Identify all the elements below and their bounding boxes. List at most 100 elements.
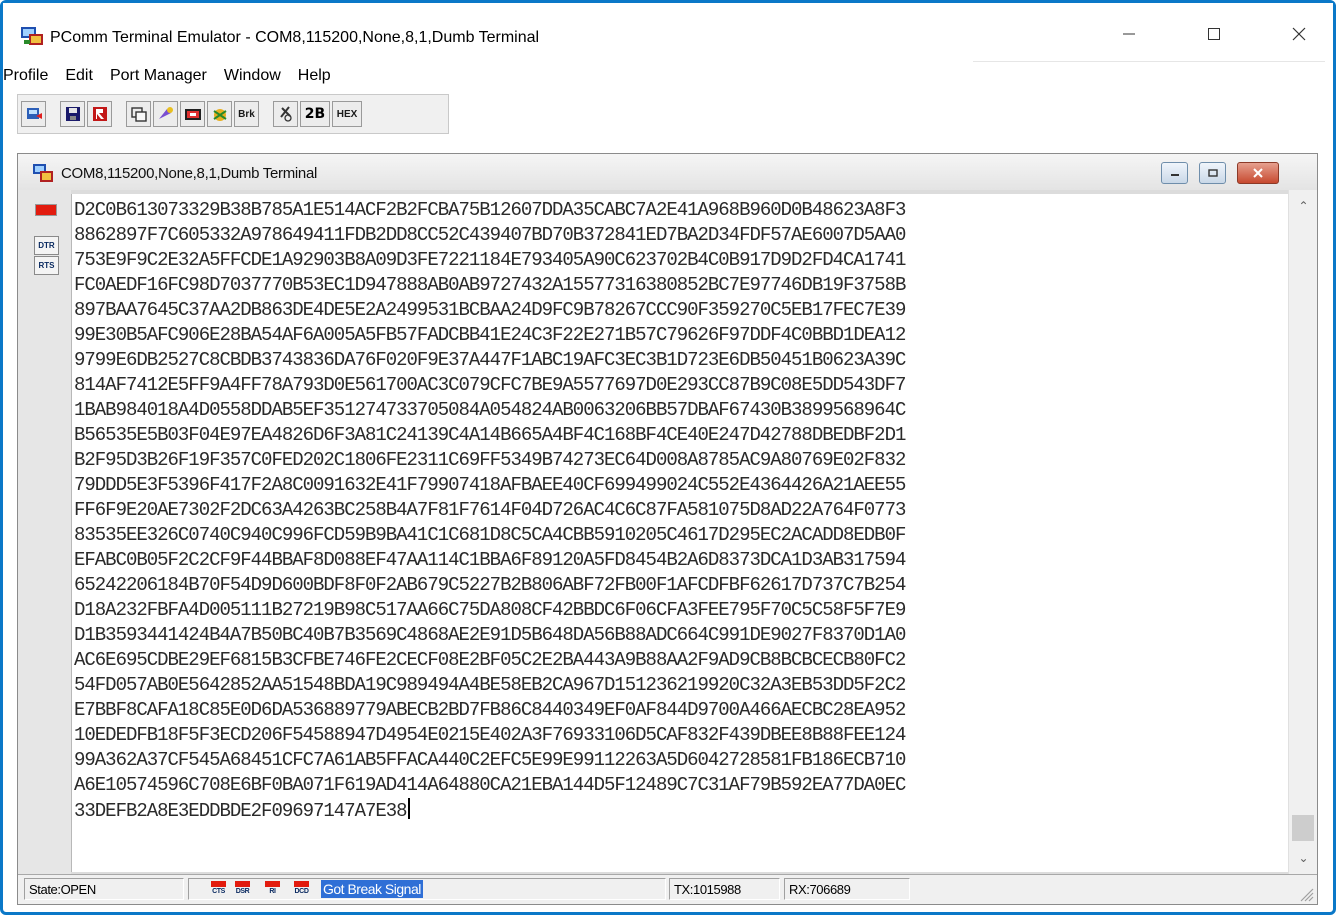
ri-label: RI xyxy=(269,888,276,895)
maximize-icon xyxy=(1208,28,1220,40)
child-window-title: COM8,115200,None,8,1,Dumb Terminal xyxy=(61,165,318,182)
terminal-lines: D2C0B613073329B38B785A1E514ACF2B2FCBA75B… xyxy=(74,198,906,823)
pcomm-app-icon xyxy=(21,27,43,45)
2b-label: 2B xyxy=(304,106,326,122)
hex-label: HEX xyxy=(336,108,358,120)
window-title: PComm Terminal Emulator - COM8,115200,No… xyxy=(50,29,540,46)
terminal-line: FC0AEDF16FC98D7037770B53EC1D947888AB0AB9… xyxy=(74,274,906,296)
menu-window[interactable]: Window xyxy=(224,65,281,87)
menu-divider xyxy=(973,61,1325,62)
break-label: Brk xyxy=(238,108,255,120)
app-window: PComm Terminal Emulator - COM8,115200,No… xyxy=(0,0,1336,915)
capture-icon xyxy=(92,107,107,121)
open-button[interactable] xyxy=(21,101,46,127)
terminal-line: AC6E695CDBE29EF6815B3CFBE746FE2CECF08E2B… xyxy=(74,649,906,671)
terminal-line: 65242206184B70F54D9D600BDF8F0F2AB679C522… xyxy=(74,574,906,596)
minimize-icon xyxy=(1123,33,1135,35)
status-bar: State:OPEN CTS DSR RI DCD Got Break Sign… xyxy=(18,874,1317,904)
menu-profile[interactable]: Profile xyxy=(3,65,48,87)
break-signal-text: Got Break Signal xyxy=(321,880,423,898)
macro-icon xyxy=(212,109,227,121)
status-empty-pane xyxy=(914,878,1318,900)
terminal-line: 79DDD5E3F5396F417F2A8C0091632E41F7990741… xyxy=(74,474,906,496)
break-button[interactable]: Brk xyxy=(234,101,259,127)
scroll-up-icon[interactable]: ⌃ xyxy=(1289,196,1318,216)
terminal-line: B56535E5B03F04E97EA4826D6F3A81C24139C4A1… xyxy=(74,424,906,446)
terminal-line: EFABC0B05F2C2CF9F44BBAF8D088EF47AA114C1B… xyxy=(74,549,906,571)
terminal-line: D18A232FBFA4D005111B27219B98C517AA66C75D… xyxy=(74,599,906,621)
child-title-bar[interactable]: COM8,115200,None,8,1,Dumb Terminal xyxy=(18,154,1317,190)
hex-button[interactable]: HEX xyxy=(332,101,362,127)
settings-button[interactable] xyxy=(126,101,151,127)
text-cursor xyxy=(407,798,410,819)
terminal-line: E7BBF8CAFA18C85E0D6DA536889779ABECB2BD7F… xyxy=(74,699,906,721)
port-icon xyxy=(184,109,201,120)
terminal-line: 814AF7412E5FF9A4FF78A793D0E561700AC3C079… xyxy=(74,374,906,396)
scroll-down-icon[interactable]: ⌄ xyxy=(1289,848,1318,868)
terminal-window-icon xyxy=(33,164,53,182)
dsr-label: DSR xyxy=(235,888,250,895)
terminal-line: A6E10574596C708E6BF0BA071F619AD414A64880… xyxy=(74,774,906,796)
2b-button[interactable]: 2B xyxy=(300,101,330,127)
close-icon xyxy=(1292,27,1306,41)
terminal-line: FF6F9E20AE7302F2DC63A4263BC258B4A7F81F76… xyxy=(74,499,906,521)
terminal-line: 99A362A37CF545A68451CFC7A61AB5FFACA440C2… xyxy=(74,749,906,771)
close-button[interactable] xyxy=(1277,17,1321,51)
terminal-line: 897BAA7645C37AA2DB863DE4DE5E2A2499531BCB… xyxy=(74,299,906,321)
terminal-line: 8862897F7C605332A978649411FDB2DD8CC52C43… xyxy=(74,224,906,246)
child-restore-button[interactable] xyxy=(1199,162,1226,184)
terminal-output[interactable]: D2C0B613073329B38B785A1E514ACF2B2FCBA75B… xyxy=(71,194,1288,872)
menu-help[interactable]: Help xyxy=(298,65,331,87)
menu-bar: Profile Edit Port Manager Window Help xyxy=(3,61,1333,91)
child-close-button[interactable] xyxy=(1237,162,1279,184)
ioctl-icon xyxy=(279,106,292,122)
signal-indicators: CTS DSR RI DCD Got Break Signal xyxy=(188,878,666,900)
minimize-button[interactable] xyxy=(1107,17,1151,51)
transfer-icon xyxy=(158,107,173,119)
terminal-line: D1B3593441424B4A7B50BC40B7B3569C4868AE2E… xyxy=(74,624,906,646)
ioctl-button[interactable] xyxy=(273,101,298,127)
dtr-toggle[interactable]: DTR xyxy=(34,236,59,255)
transfer-button[interactable] xyxy=(153,101,178,127)
menu-edit[interactable]: Edit xyxy=(65,65,93,87)
maximize-button[interactable] xyxy=(1192,17,1236,51)
close-icon xyxy=(1253,168,1263,178)
vertical-scrollbar[interactable]: ⌃ ⌄ xyxy=(1288,190,1317,874)
port-button[interactable] xyxy=(180,101,205,127)
open-icon xyxy=(26,108,42,119)
cts-indicator: CTS xyxy=(209,881,228,899)
status-led xyxy=(35,204,57,216)
state-indicator: State:OPEN xyxy=(24,878,184,900)
resize-grip-icon[interactable] xyxy=(1296,884,1314,902)
terminal-line: 99E30B5AFC906E28BA54AF6A005A5FB57FADCBB4… xyxy=(74,324,906,346)
signal-side-panel: DTR RTS xyxy=(18,190,71,874)
restore-icon xyxy=(1207,169,1218,177)
capture-button[interactable] xyxy=(87,101,112,127)
rts-toggle[interactable]: RTS xyxy=(34,256,59,275)
macro-button[interactable] xyxy=(207,101,232,127)
cts-label: CTS xyxy=(212,888,225,895)
minimize-icon xyxy=(1170,174,1179,176)
dsr-indicator: DSR xyxy=(233,881,252,899)
tx-counter: TX:1015988 xyxy=(669,878,780,900)
terminal-line: 1BAB984018A4D0558DDAB5EF351274733705084A… xyxy=(74,399,906,421)
rx-counter: RX:706689 xyxy=(784,878,910,900)
menu-port-manager[interactable]: Port Manager xyxy=(110,65,207,87)
ri-indicator: RI xyxy=(263,881,282,899)
save-icon xyxy=(65,107,80,121)
settings-icon xyxy=(130,107,147,122)
scroll-thumb[interactable] xyxy=(1292,815,1314,841)
toolbar: Brk 2B HEX xyxy=(17,94,449,134)
terminal-line: 33DEFB2A8E3EDDBDE2F09697147A7E38 xyxy=(74,798,905,823)
dcd-label: DCD xyxy=(294,888,309,895)
title-bar[interactable]: PComm Terminal Emulator - COM8,115200,No… xyxy=(3,3,1333,55)
terminal-line: 83535EE326C0740C940C996FCD59B9BA41C1C681… xyxy=(74,524,906,546)
terminal-child-window: COM8,115200,None,8,1,Dumb Terminal DTR R… xyxy=(17,153,1318,905)
terminal-line: 753E9F9C2E32A5FFCDE1A92903B8A09D3FE72211… xyxy=(74,249,906,271)
child-minimize-button[interactable] xyxy=(1161,162,1188,184)
terminal-line: 54FD057AB0E5642852AA51548BDA19C989494A4B… xyxy=(74,674,906,696)
terminal-line: 10EDEDFB18F5F3ECD206F54588947D4954E0215E… xyxy=(74,724,906,746)
save-button[interactable] xyxy=(60,101,85,127)
terminal-line: B2F95D3B26F19F357C0FED202C1806FE2311C69F… xyxy=(74,449,906,471)
dcd-indicator: DCD xyxy=(292,881,311,899)
